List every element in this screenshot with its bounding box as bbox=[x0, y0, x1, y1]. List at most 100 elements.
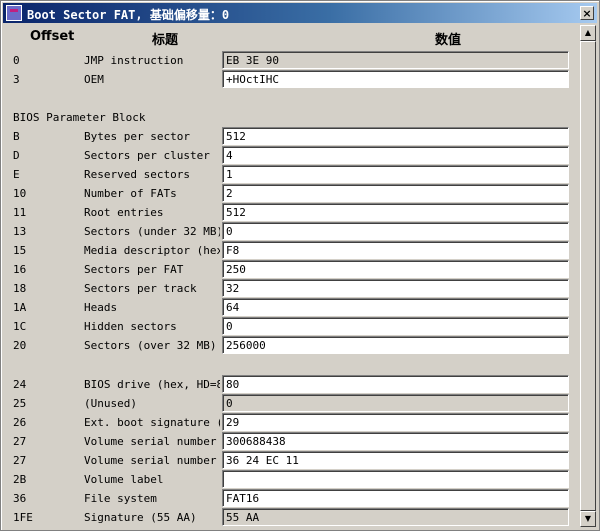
field-offset: 24 bbox=[13, 378, 27, 391]
field-value-input[interactable]: 0 bbox=[222, 222, 569, 240]
field-value-input[interactable]: 4 bbox=[222, 146, 569, 164]
field-row: 18 Sectors per track 32 bbox=[3, 279, 579, 298]
field-value-input[interactable]: 29 bbox=[222, 413, 569, 431]
field-offset: 18 bbox=[13, 282, 27, 295]
field-value-input[interactable]: 512 bbox=[222, 127, 569, 145]
scroll-thumb[interactable] bbox=[580, 41, 596, 511]
field-label: Sectors per track bbox=[84, 282, 197, 295]
field-row: 13 Sectors (under 32 MB) 0 bbox=[3, 222, 579, 241]
field-row: E Reserved sectors 1 bbox=[3, 165, 579, 184]
field-label: Root entries bbox=[84, 206, 164, 219]
field-offset: 11 bbox=[13, 206, 27, 219]
field-label: Bytes per sector bbox=[84, 130, 190, 143]
field-offset: B bbox=[13, 130, 20, 143]
vertical-scrollbar[interactable]: ▲ ▼ bbox=[580, 25, 596, 527]
field-label: Volume label bbox=[84, 473, 164, 486]
field-row: 20 Sectors (over 32 MB) 256000 bbox=[3, 336, 579, 355]
field-offset: 1FE bbox=[13, 511, 33, 524]
field-value-input[interactable] bbox=[222, 470, 569, 488]
field-label: Volume serial number ( bbox=[84, 435, 220, 448]
field-label: Sectors (over 32 MB) bbox=[84, 339, 217, 352]
field-label: OEM bbox=[84, 73, 104, 86]
field-value-input[interactable]: 2 bbox=[222, 184, 569, 202]
field-offset: 2B bbox=[13, 473, 27, 486]
field-row: 16 Sectors per FAT 250 bbox=[3, 260, 579, 279]
window-title: Boot Sector FAT, 基础偏移量：0 bbox=[27, 8, 230, 22]
field-row: 0 JMP instruction EB 3E 90 bbox=[3, 51, 579, 70]
field-value-input[interactable]: 36 24 EC 11 bbox=[222, 451, 569, 469]
boot-sector-window: Boot Sector FAT, 基础偏移量：0 × Offset 标题 数值 … bbox=[0, 0, 600, 531]
field-label: Media descriptor (hex) bbox=[84, 244, 220, 257]
field-value-input: 0 bbox=[222, 394, 569, 412]
title-bar[interactable]: Boot Sector FAT, 基础偏移量：0 × bbox=[3, 3, 597, 23]
field-label: Sectors (under 32 MB) bbox=[84, 225, 220, 238]
field-value-input: EB 3E 90 bbox=[222, 51, 569, 69]
field-offset: 25 bbox=[13, 397, 27, 410]
field-row: 1C Hidden sectors 0 bbox=[3, 317, 579, 336]
field-value-input[interactable]: FAT16 bbox=[222, 489, 569, 507]
field-value-input[interactable]: +HOctIHC bbox=[222, 70, 569, 88]
label-column-header: 标题 bbox=[152, 33, 179, 48]
field-row: 1FE Signature (55 AA) 55 AA bbox=[3, 508, 579, 527]
app-icon bbox=[6, 5, 22, 21]
offset-column-header: Offset bbox=[30, 29, 75, 44]
field-label: Hidden sectors bbox=[84, 320, 177, 333]
field-offset: 10 bbox=[13, 187, 27, 200]
field-value-input[interactable]: 300688438 bbox=[222, 432, 569, 450]
field-offset: 1C bbox=[13, 320, 27, 333]
field-label: Sectors per FAT bbox=[84, 263, 184, 276]
field-value-input[interactable]: 64 bbox=[222, 298, 569, 316]
field-row: D Sectors per cluster 4 bbox=[3, 146, 579, 165]
field-value-input[interactable]: 1 bbox=[222, 165, 569, 183]
field-value-input[interactable]: 512 bbox=[222, 203, 569, 221]
field-label: File system bbox=[84, 492, 157, 505]
field-value-input: 55 AA bbox=[222, 508, 569, 526]
field-value-input[interactable]: F8 bbox=[222, 241, 569, 259]
field-row: 27 Volume serial number (300688438 bbox=[3, 432, 579, 451]
field-offset: 20 bbox=[13, 339, 27, 352]
field-label: BIOS drive (hex, HD=8x bbox=[84, 378, 220, 391]
field-offset: 13 bbox=[13, 225, 27, 238]
field-value-input[interactable]: 32 bbox=[222, 279, 569, 297]
field-offset: E bbox=[13, 168, 20, 181]
field-value-input[interactable]: 0 bbox=[222, 317, 569, 335]
field-offset: 27 bbox=[13, 435, 27, 448]
value-column-header: 数值 bbox=[435, 33, 462, 48]
field-offset: 26 bbox=[13, 416, 27, 429]
field-row: 3 OEM +HOctIHC bbox=[3, 70, 579, 89]
field-label: (Unused) bbox=[84, 397, 137, 410]
field-label: Reserved sectors bbox=[84, 168, 190, 181]
field-row: 27 Volume serial number (36 24 EC 11 bbox=[3, 451, 579, 470]
field-offset: 27 bbox=[13, 454, 27, 467]
close-button[interactable]: × bbox=[580, 6, 594, 20]
scroll-down-button[interactable]: ▼ bbox=[580, 511, 596, 527]
field-offset: 16 bbox=[13, 263, 27, 276]
template-view: Offset 标题 数值 0 JMP instruction EB 3E 90 3 OE… bbox=[3, 25, 579, 528]
field-label: Heads bbox=[84, 301, 118, 314]
field-row: 24 BIOS drive (hex, HD=8x 80 bbox=[3, 375, 579, 394]
field-row: 25 (Unused) 0 bbox=[3, 394, 579, 413]
field-label: Number of FATs bbox=[84, 187, 177, 200]
field-row: 26 Ext. boot signature (2 29 bbox=[3, 413, 579, 432]
field-label: Ext. boot signature (2 bbox=[84, 416, 220, 429]
field-value-input[interactable]: 256000 bbox=[222, 336, 569, 354]
field-row: 11 Root entries 512 bbox=[3, 203, 579, 222]
field-row: 10 Number of FATs 2 bbox=[3, 184, 579, 203]
field-row: 36 File system FAT16 bbox=[3, 489, 579, 508]
field-row: 15 Media descriptor (hex) F8 bbox=[3, 241, 579, 260]
field-label: Sectors per cluster bbox=[84, 149, 210, 162]
field-offset: 15 bbox=[13, 244, 27, 257]
field-value-input[interactable]: 250 bbox=[222, 260, 569, 278]
bpb-section-title: BIOS Parameter Block bbox=[13, 111, 146, 124]
scroll-up-button[interactable]: ▲ bbox=[580, 25, 596, 41]
field-label: JMP instruction bbox=[84, 54, 184, 67]
field-row: 1A Heads 64 bbox=[3, 298, 579, 317]
field-offset: 3 bbox=[13, 73, 20, 86]
field-offset: 0 bbox=[13, 54, 20, 67]
field-value-input[interactable]: 80 bbox=[222, 375, 569, 393]
field-row: B Bytes per sector 512 bbox=[3, 127, 579, 146]
field-label: Volume serial number ( bbox=[84, 454, 220, 467]
field-label: Signature (55 AA) bbox=[84, 511, 197, 524]
field-offset: 1A bbox=[13, 301, 27, 314]
field-row: 2B Volume label bbox=[3, 470, 579, 489]
